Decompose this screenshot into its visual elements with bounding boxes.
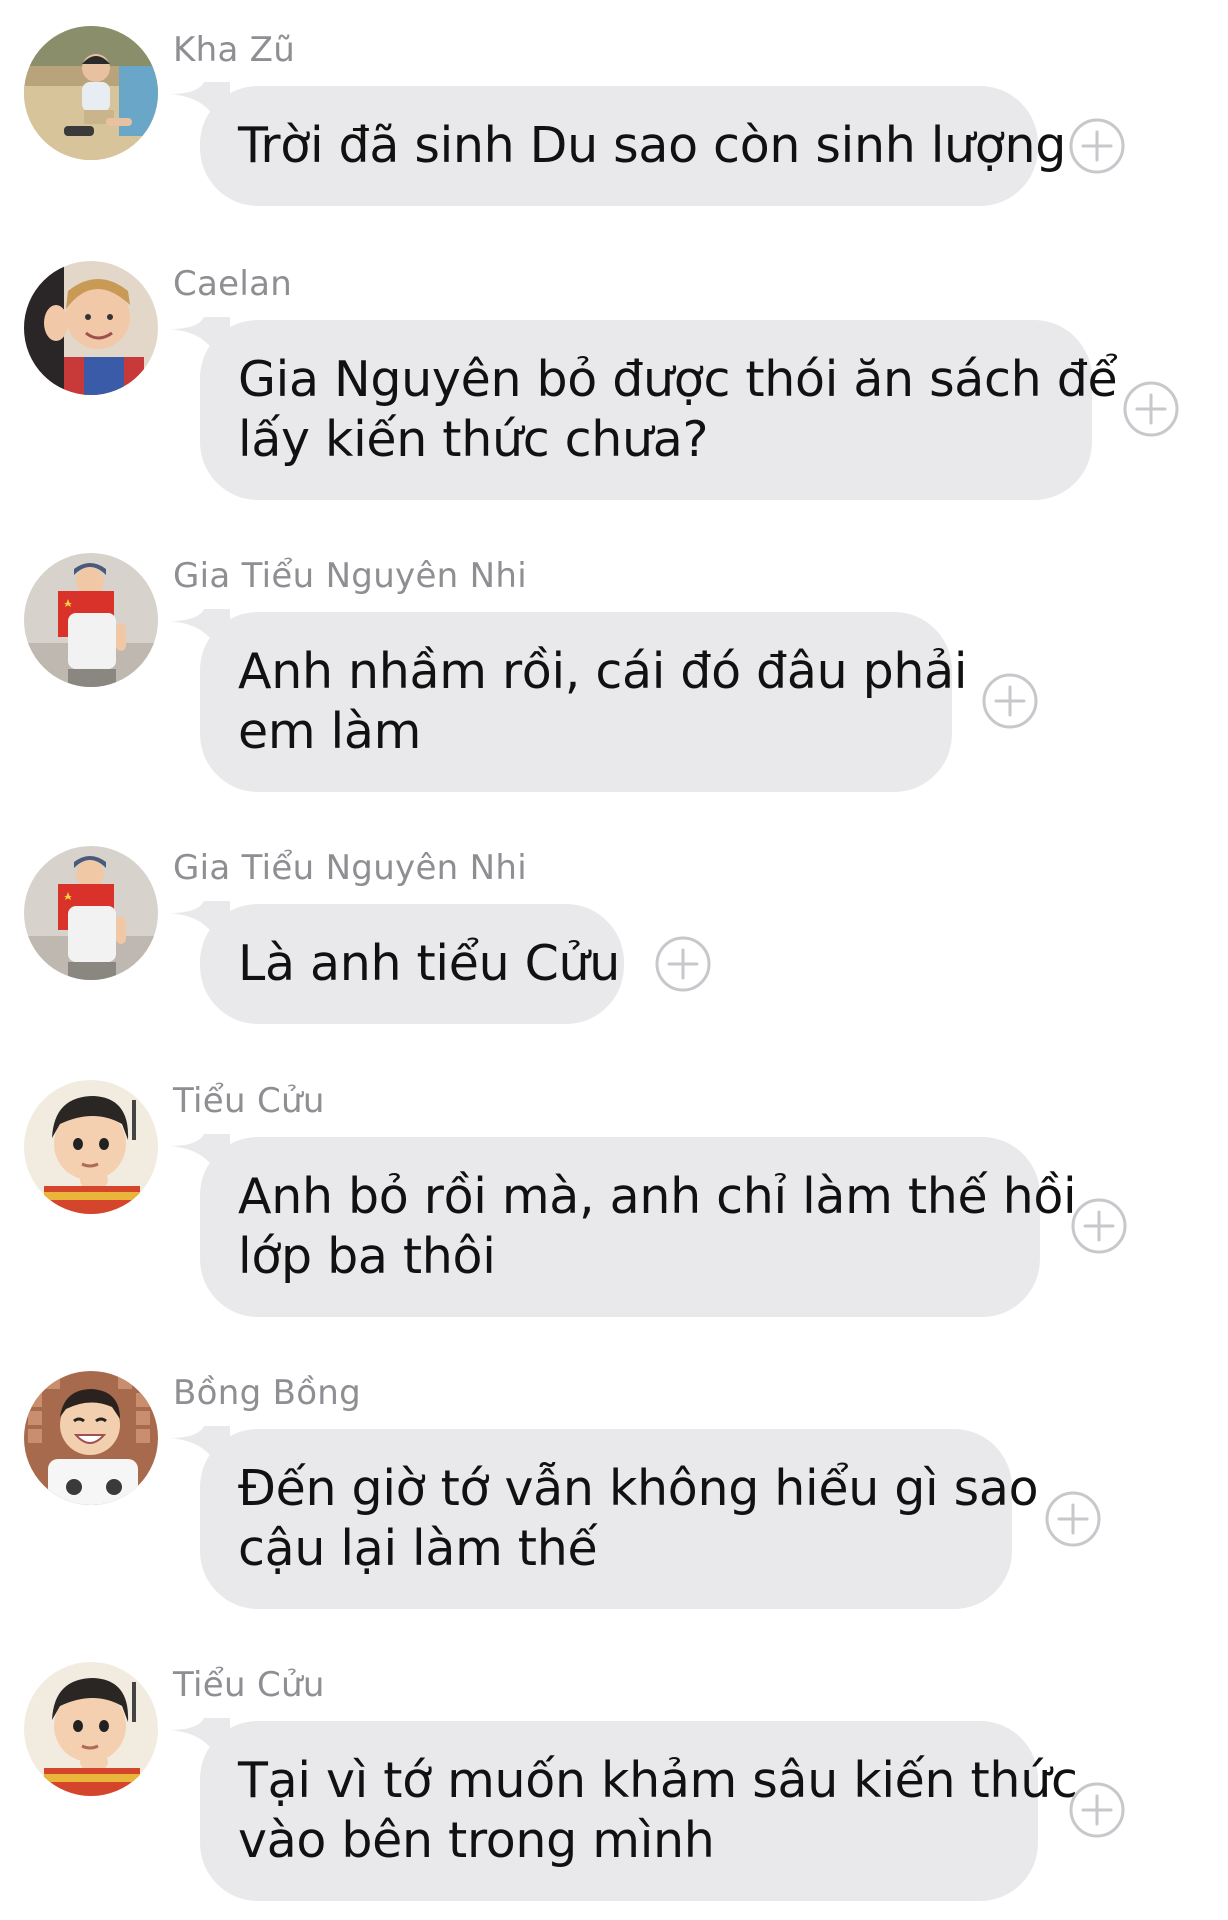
sender-name: Gia Tiểu Nguyên Nhi <box>173 848 527 888</box>
message-bubble[interactable]: Tại vì tớ muốn khảm sâu kiến thức vào bê… <box>200 1721 1078 1901</box>
blond-boy-waving-avatar <box>24 261 158 395</box>
message-bubble[interactable]: Anh bỏ rồi mà, anh chỉ làm thế hồi lớp b… <box>200 1137 1077 1317</box>
add-reaction-icon <box>1068 1781 1126 1839</box>
message-bubble[interactable]: Là anh tiểu Cửu <box>200 904 624 1024</box>
sender-name: Gia Tiểu Nguyên Nhi <box>173 556 527 596</box>
message-text-line: Tại vì tớ muốn khảm sâu kiến thức <box>238 1752 1078 1809</box>
add-reaction-button[interactable] <box>1070 1197 1128 1255</box>
message-bubble[interactable]: Gia Nguyên bỏ được thói ăn sách để lấy k… <box>200 320 1118 500</box>
avatar[interactable] <box>24 1371 158 1505</box>
boy-sitting-pool-avatar <box>24 26 158 160</box>
add-reaction-icon <box>1070 1197 1128 1255</box>
add-reaction-button[interactable] <box>1068 117 1126 175</box>
message-text-line: Đến giờ tớ vẫn không hiểu gì sao <box>238 1460 1039 1517</box>
message-bubble[interactable]: Trời đã sinh Du sao còn sinh lượng <box>200 86 1067 206</box>
message-text-line: Anh nhầm rồi, cái đó đâu phải <box>238 643 968 700</box>
message-text-line: lấy kiến thức chưa? <box>238 411 709 468</box>
message-text-line: em làm <box>238 703 422 760</box>
message-text-line: Là anh tiểu Cửu <box>238 935 621 992</box>
message-text-line: vào bên trong mình <box>238 1812 715 1869</box>
message-text-line: Gia Nguyên bỏ được thói ăn sách để <box>238 351 1118 408</box>
message-text-line: Trời đã sinh Du sao còn sinh lượng <box>238 117 1067 174</box>
add-reaction-button[interactable] <box>981 672 1039 730</box>
avatar[interactable] <box>24 553 158 687</box>
add-reaction-icon <box>1068 117 1126 175</box>
boy-with-red-flag-avatar <box>24 553 158 687</box>
add-reaction-button[interactable] <box>1044 1490 1102 1548</box>
avatar[interactable] <box>24 26 158 160</box>
avatar[interactable] <box>24 1080 158 1214</box>
add-reaction-button[interactable] <box>654 935 712 993</box>
smiling-boy-tiles-avatar <box>24 1371 158 1505</box>
message-bubble[interactable]: Anh nhầm rồi, cái đó đâu phải em làm <box>200 612 968 792</box>
add-reaction-icon <box>1044 1490 1102 1548</box>
add-reaction-button[interactable] <box>1122 380 1180 438</box>
add-reaction-button[interactable] <box>1068 1781 1126 1839</box>
sender-name: Caelan <box>173 264 293 304</box>
sender-name: Tiểu Cửu <box>173 1665 325 1705</box>
sender-name: Tiểu Cửu <box>173 1081 325 1121</box>
add-reaction-icon <box>981 672 1039 730</box>
sender-name: Kha Zũ <box>173 30 296 70</box>
message-bubble[interactable]: Đến giờ tớ vẫn không hiểu gì sao cậu lại… <box>200 1429 1039 1609</box>
message-text-line: Anh bỏ rồi mà, anh chỉ làm thế hồi <box>238 1168 1077 1225</box>
avatar[interactable] <box>24 846 158 980</box>
sender-name: Bồng Bồng <box>173 1373 362 1413</box>
message-text-line: lớp ba thôi <box>238 1228 496 1285</box>
boy-hand-on-chin-avatar <box>24 1662 158 1796</box>
boy-with-red-flag-avatar <box>24 846 158 980</box>
add-reaction-icon <box>1122 380 1180 438</box>
add-reaction-icon <box>654 935 712 993</box>
avatar[interactable] <box>24 261 158 395</box>
message-text-line: cậu lại làm thế <box>238 1520 598 1577</box>
avatar[interactable] <box>24 1662 158 1796</box>
boy-hand-on-chin-avatar <box>24 1080 158 1214</box>
